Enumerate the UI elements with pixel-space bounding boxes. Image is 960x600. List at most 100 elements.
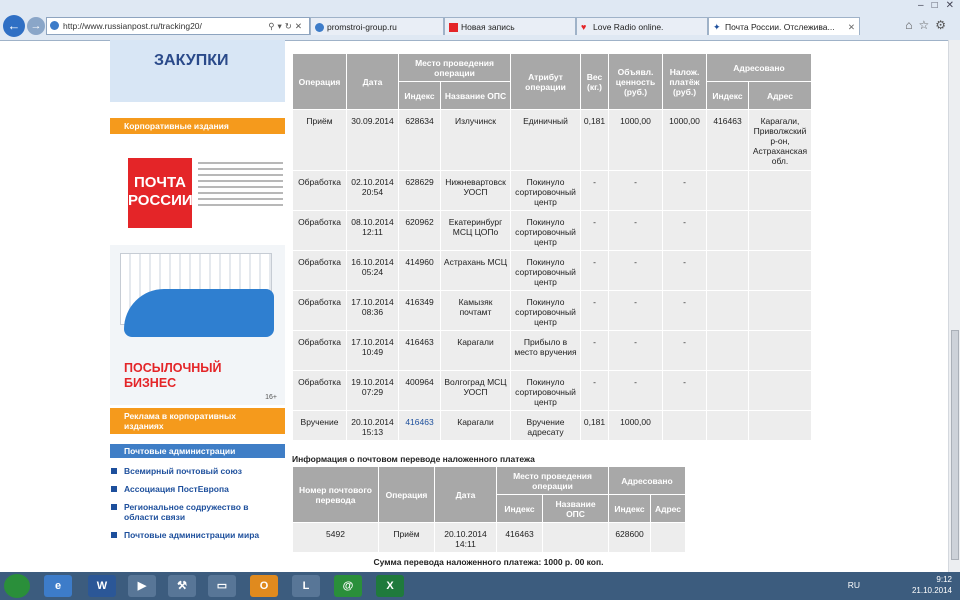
cell-declared-value: - [608, 250, 663, 291]
cell-weight: 0,181 [580, 109, 609, 171]
header-weight: Вес (кг.) [580, 53, 609, 110]
refresh-icon[interactable]: ↻ [285, 21, 295, 31]
vertical-scrollbar[interactable] [948, 40, 960, 572]
cell-index-link[interactable]: 416463 [398, 410, 441, 441]
table-row: Обработка 16.10.2014 05:24 414960 Астрах… [292, 250, 812, 291]
cell-weight: - [580, 210, 609, 251]
table-row: 5492 Приём 20.10.2014 14:11 416463 62860… [292, 522, 686, 553]
dropdown-icon[interactable]: ▾ [277, 21, 284, 31]
gear-icon[interactable]: ⚙ [935, 18, 952, 32]
link-label: Региональное содружество в области связи [124, 502, 249, 522]
address-tools: ⚲▾↻✕ [268, 18, 305, 34]
cell-attribute: Вручение адресату [510, 410, 581, 441]
cell-address: Карагали, Приволжский р-он, Астраханская… [748, 109, 812, 171]
corporate-editions-header[interactable]: Корпоративные издания [110, 118, 285, 134]
cell-declared-value: - [608, 330, 663, 371]
cell-date: 20.10.2014 15:13 [346, 410, 399, 441]
window-controls: – □ ✕ [918, 0, 954, 12]
cell-index: 416349 [398, 290, 441, 331]
close-tab-icon[interactable]: ✕ [848, 18, 855, 35]
parcel-business-title: ПОСЫЛОЧНЫЙ БИЗНЕС [124, 361, 222, 390]
hammer-icon: ⚒ [177, 580, 187, 592]
advertising-header[interactable]: Реклама в корпоративных изданиях [110, 408, 285, 434]
magazine-cover[interactable]: ПОЧТА РОССИИ [128, 158, 283, 233]
header-address: Адрес [650, 494, 686, 523]
excel-icon: X [386, 580, 394, 592]
header-addr-index: Индекс [608, 494, 651, 523]
header-addr-index: Индекс [706, 81, 749, 110]
tab-label: Новая запись [461, 22, 515, 32]
link-world-postal-admins[interactable]: Почтовые администрации мира [110, 530, 285, 540]
cell-ops-name: Екатеринбург МСЦ ЦОПо [440, 210, 511, 251]
link-upu[interactable]: Всемирный почтовый союз [110, 466, 285, 476]
cell-weight: - [580, 250, 609, 291]
address-bar[interactable]: http://www.russianpost.ru/tracking20/ ⚲▾… [46, 17, 310, 35]
scrollbar-thumb[interactable] [951, 330, 959, 560]
header-address: Адрес [748, 81, 812, 110]
system-clock[interactable]: 9:12 21.10.2014 [912, 574, 952, 596]
cell-address [748, 370, 812, 411]
media-icon: ▶ [137, 580, 147, 592]
cell-attribute: Покинуло сортировочный центр [510, 210, 581, 251]
cell-index: 628629 [398, 170, 441, 211]
cell-index: 414960 [398, 250, 441, 291]
bullet-icon [111, 504, 117, 510]
lync-icon: L [302, 580, 310, 592]
forward-button[interactable]: → [27, 17, 45, 35]
link-rcc[interactable]: Региональное содружество в области связи [110, 502, 285, 522]
cell-attribute: Прибыло в место вручения [510, 330, 581, 371]
language-indicator[interactable]: RU [848, 580, 860, 590]
cell-addr-index [706, 410, 749, 441]
parcel-business-ad[interactable]: ПОСЫЛОЧНЫЙ БИЗНЕС 16+ [110, 245, 285, 405]
explorer-taskbar-button[interactable]: ▭ [208, 575, 236, 597]
link-label: Всемирный почтовый союз [124, 466, 242, 476]
header-declared-value: Объявл. ценность (руб.) [608, 53, 663, 110]
cell-date: 17.10.2014 08:36 [346, 290, 399, 331]
home-icon[interactable]: ⌂ [905, 18, 918, 32]
start-button[interactable] [4, 574, 30, 598]
ie-taskbar-button[interactable]: e [44, 575, 72, 597]
postal-admin-header: Почтовые администрации [110, 444, 285, 458]
tab-label: promstroi-group.ru [327, 22, 397, 32]
cell-address [748, 410, 812, 441]
cell-cod: - [662, 250, 707, 291]
tool-taskbar-button[interactable]: ⚒ [168, 575, 196, 597]
maximize-button[interactable]: □ [932, 0, 938, 12]
favorites-star-icon[interactable]: ☆ [918, 18, 935, 32]
header-place: Место проведения операции [398, 53, 511, 82]
tab-promstroi[interactable]: promstroi-group.ru [310, 17, 444, 35]
outlook-taskbar-button[interactable]: O [250, 575, 278, 597]
header-cod: Налож. платёж (руб.) [662, 53, 707, 110]
mail-taskbar-button[interactable]: @ [334, 575, 362, 597]
tab-new-post[interactable]: Новая запись [444, 17, 576, 35]
header-date: Дата [346, 53, 399, 110]
excel-taskbar-button[interactable]: X [376, 575, 404, 597]
word-taskbar-button[interactable]: W [88, 575, 116, 597]
table-row: Обработка 17.10.2014 10:49 416463 Карага… [292, 330, 812, 371]
cell-weight: - [580, 370, 609, 411]
stop-icon[interactable]: ✕ [295, 21, 305, 31]
procurement-banner[interactable]: ЗАКУПКИ [110, 40, 285, 102]
cell-declared-value: - [608, 210, 663, 251]
tab-love-radio[interactable]: ♥ Love Radio online. [576, 17, 708, 35]
cell-attribute: Покинуло сортировочный центр [510, 250, 581, 291]
word-icon: W [96, 580, 108, 592]
media-taskbar-button[interactable]: ▶ [128, 575, 156, 597]
header-ops-name: Название ОПС [440, 81, 511, 110]
transfer-info-title: Информация о почтовом переводе наложенно… [292, 454, 535, 464]
cell-index: 416463 [496, 522, 543, 553]
minimize-button[interactable]: – [918, 0, 924, 12]
table-row: Обработка 08.10.2014 12:11 620962 Екатер… [292, 210, 812, 251]
lync-taskbar-button[interactable]: L [292, 575, 320, 597]
cell-ops-name: Нижневартовск УОСП [440, 170, 511, 211]
tab-russian-post[interactable]: ✦ Почта России. Отслежива... ✕ [708, 17, 860, 35]
blog-icon [449, 23, 458, 32]
bullet-icon [111, 468, 117, 474]
cell-addr-index [706, 330, 749, 371]
globe-icon [315, 23, 324, 32]
link-label: Почтовые администрации мира [124, 530, 260, 540]
cell-operation: Обработка [292, 370, 347, 411]
close-button[interactable]: ✕ [946, 0, 954, 12]
link-posteurop[interactable]: Ассоциация ПостЕвропа [110, 484, 285, 494]
back-button[interactable]: ← [3, 15, 25, 37]
